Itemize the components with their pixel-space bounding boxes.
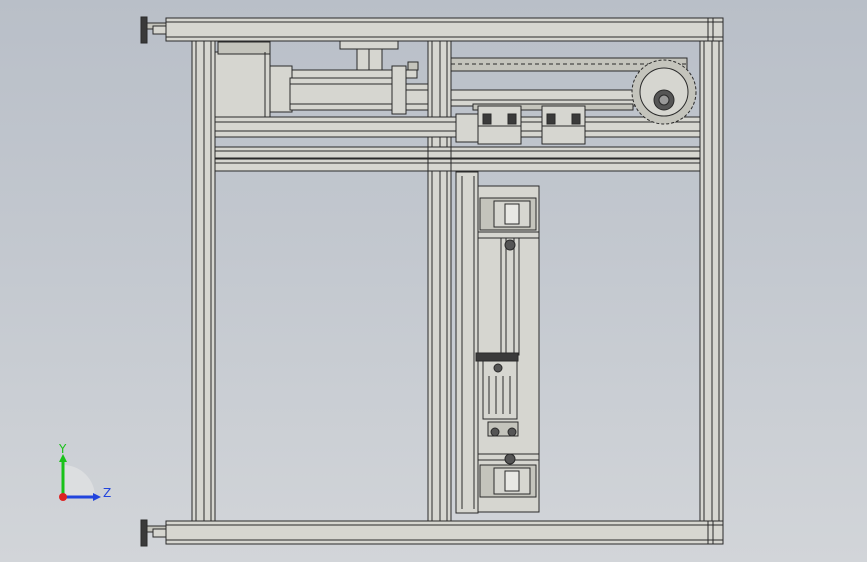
sprocket — [631, 59, 697, 125]
y-axis-label: Y — [59, 442, 67, 456]
z-axis-label: Z — [103, 486, 112, 500]
bearing-block-right — [541, 105, 586, 145]
upper-crossbeam — [214, 146, 701, 159]
middle-vertical-post — [427, 40, 452, 522]
leveling-foot-top — [140, 16, 167, 44]
assembly-model-front-view[interactable] — [0, 0, 867, 562]
left-vertical-post — [191, 40, 216, 522]
bearing-block-left — [477, 105, 522, 145]
coordinate-triad: Y Z — [50, 440, 120, 510]
shaft-coupling — [455, 113, 479, 143]
bottom-frame-rail — [165, 520, 724, 545]
triad-plane-shade — [63, 465, 95, 497]
lower-crossbeam — [214, 158, 701, 172]
leveling-foot-bottom — [140, 519, 167, 547]
cad-graphics-viewport[interactable]: Y Z — [0, 0, 867, 562]
triad-origin — [59, 493, 67, 501]
right-vertical-post — [699, 40, 724, 522]
pneumatic-cylinder — [269, 61, 429, 115]
motor-housing — [214, 41, 271, 118]
vertical-lift-module — [455, 171, 540, 514]
top-frame-rail — [165, 17, 724, 42]
